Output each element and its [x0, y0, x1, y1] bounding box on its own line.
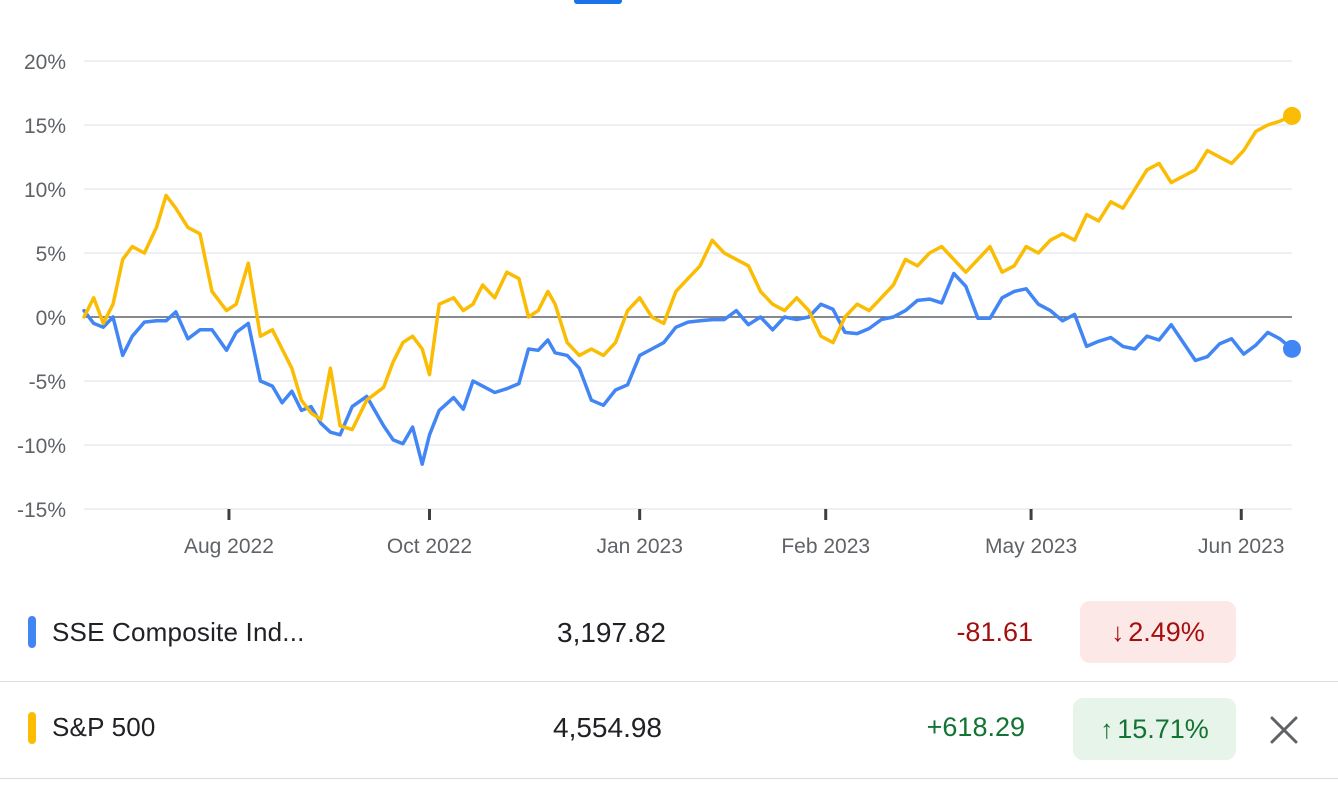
grid-layer: 20% 15% 10% 5% 0% -5% -10% -15%	[17, 51, 1292, 522]
arrow-up-icon: ↑	[1100, 713, 1114, 744]
y-tick-label: 15%	[24, 115, 66, 138]
y-tick-label: -5%	[29, 371, 66, 394]
series-color-swatch	[28, 712, 36, 744]
y-tick-label: -15%	[17, 499, 66, 522]
percent-change-value: 15.71%	[1117, 713, 1209, 744]
percent-change-badge: ↓ 2.49%	[1080, 601, 1236, 663]
y-tick-label: 20%	[24, 51, 66, 74]
percent-change-value: 2.49%	[1128, 616, 1205, 647]
y-tick-label: 10%	[24, 179, 66, 202]
y-tick-label: 0%	[36, 307, 66, 330]
close-icon[interactable]	[1266, 712, 1302, 748]
change-value: +618.29	[926, 712, 1025, 742]
arrow-down-icon: ↓	[1111, 616, 1125, 647]
x-tick-label: Jun 2023	[1198, 535, 1284, 558]
series-end-marker	[1283, 339, 1301, 358]
series-name: S&P 500	[52, 712, 156, 742]
series-line	[82, 271, 1294, 466]
change-value: -81.61	[956, 617, 1033, 647]
x-tick-label: Jan 2023	[596, 535, 682, 558]
x-tick-label: Oct 2022	[387, 535, 472, 558]
y-tick-label: 5%	[36, 243, 66, 266]
x-axis: Aug 2022 Oct 2022 Jan 2023 Feb 2023 May 2023…	[184, 509, 1284, 558]
x-tick-label: Feb 2023	[781, 535, 870, 558]
series-end-marker	[1283, 106, 1301, 125]
comparison-line-chart: 20% 15% 10% 5% 0% -5% -10% -15% Aug 2022 Oct 202…	[17, 51, 1301, 558]
percent-change-badge: ↑ 15.71%	[1073, 698, 1236, 760]
series-name: SSE Composite Ind...	[52, 617, 305, 647]
series-layer	[82, 106, 1301, 466]
legend-row-sp500[interactable]: S&P 500 4,554.98 +618.29 ↑ 15.71%	[0, 682, 1338, 779]
series-color-swatch	[28, 616, 36, 648]
y-tick-label: -10%	[17, 435, 66, 458]
x-tick-label: Aug 2022	[184, 535, 274, 558]
price-value: 4,554.98	[553, 712, 662, 743]
x-tick-label: May 2023	[985, 535, 1077, 558]
price-value: 3,197.82	[557, 617, 666, 648]
legend-row-sse[interactable]: SSE Composite Ind... 3,197.82 -81.61 ↓ 2…	[0, 584, 1338, 682]
